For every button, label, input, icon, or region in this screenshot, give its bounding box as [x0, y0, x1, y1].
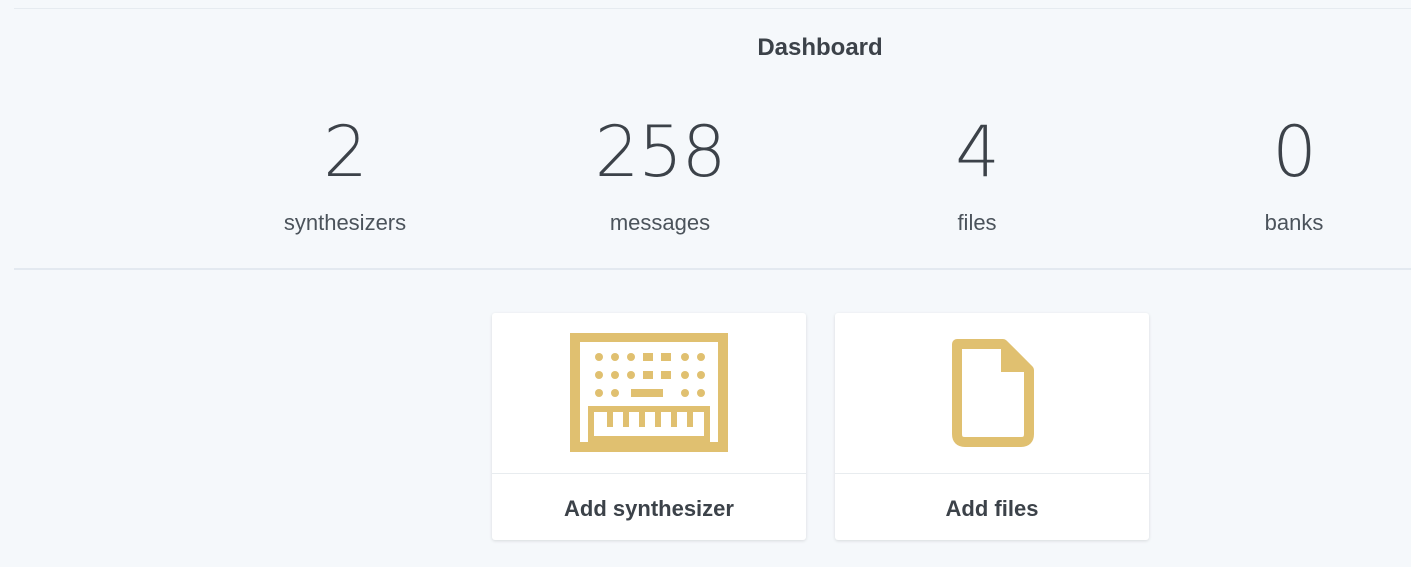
- card-icon-area: [492, 313, 806, 474]
- stat-value: 0: [1272, 111, 1317, 193]
- stat-messages: 258 messages: [540, 112, 780, 236]
- stat-label: synthesizers: [283, 210, 407, 235]
- stat-value: 258: [594, 111, 727, 193]
- stat-synthesizers: 2 synthesizers: [225, 112, 465, 236]
- synthesizer-icon: [570, 333, 728, 452]
- stat-label: messages: [609, 210, 711, 235]
- page-title: Dashboard: [757, 34, 883, 61]
- stat-banks: 0 banks: [1174, 112, 1411, 236]
- top-divider: [14, 8, 1411, 9]
- card-icon-area: [835, 313, 1149, 474]
- add-synthesizer-label: Add synthesizer: [564, 496, 734, 521]
- section-divider: [14, 268, 1411, 270]
- stat-files: 4 files: [857, 112, 1097, 236]
- add-files-card[interactable]: Add files: [835, 313, 1149, 540]
- add-synthesizer-card[interactable]: Add synthesizer: [492, 313, 806, 540]
- stat-value: 2: [323, 111, 368, 193]
- stat-value: 4: [955, 111, 1000, 193]
- add-files-label: Add files: [945, 496, 1039, 521]
- dashboard-page: Dashboard 2 synthesizers 258 messages 4 …: [0, 0, 1411, 567]
- file-icon: [952, 339, 1034, 447]
- stat-label: banks: [1264, 210, 1324, 235]
- stat-label: files: [957, 210, 997, 235]
